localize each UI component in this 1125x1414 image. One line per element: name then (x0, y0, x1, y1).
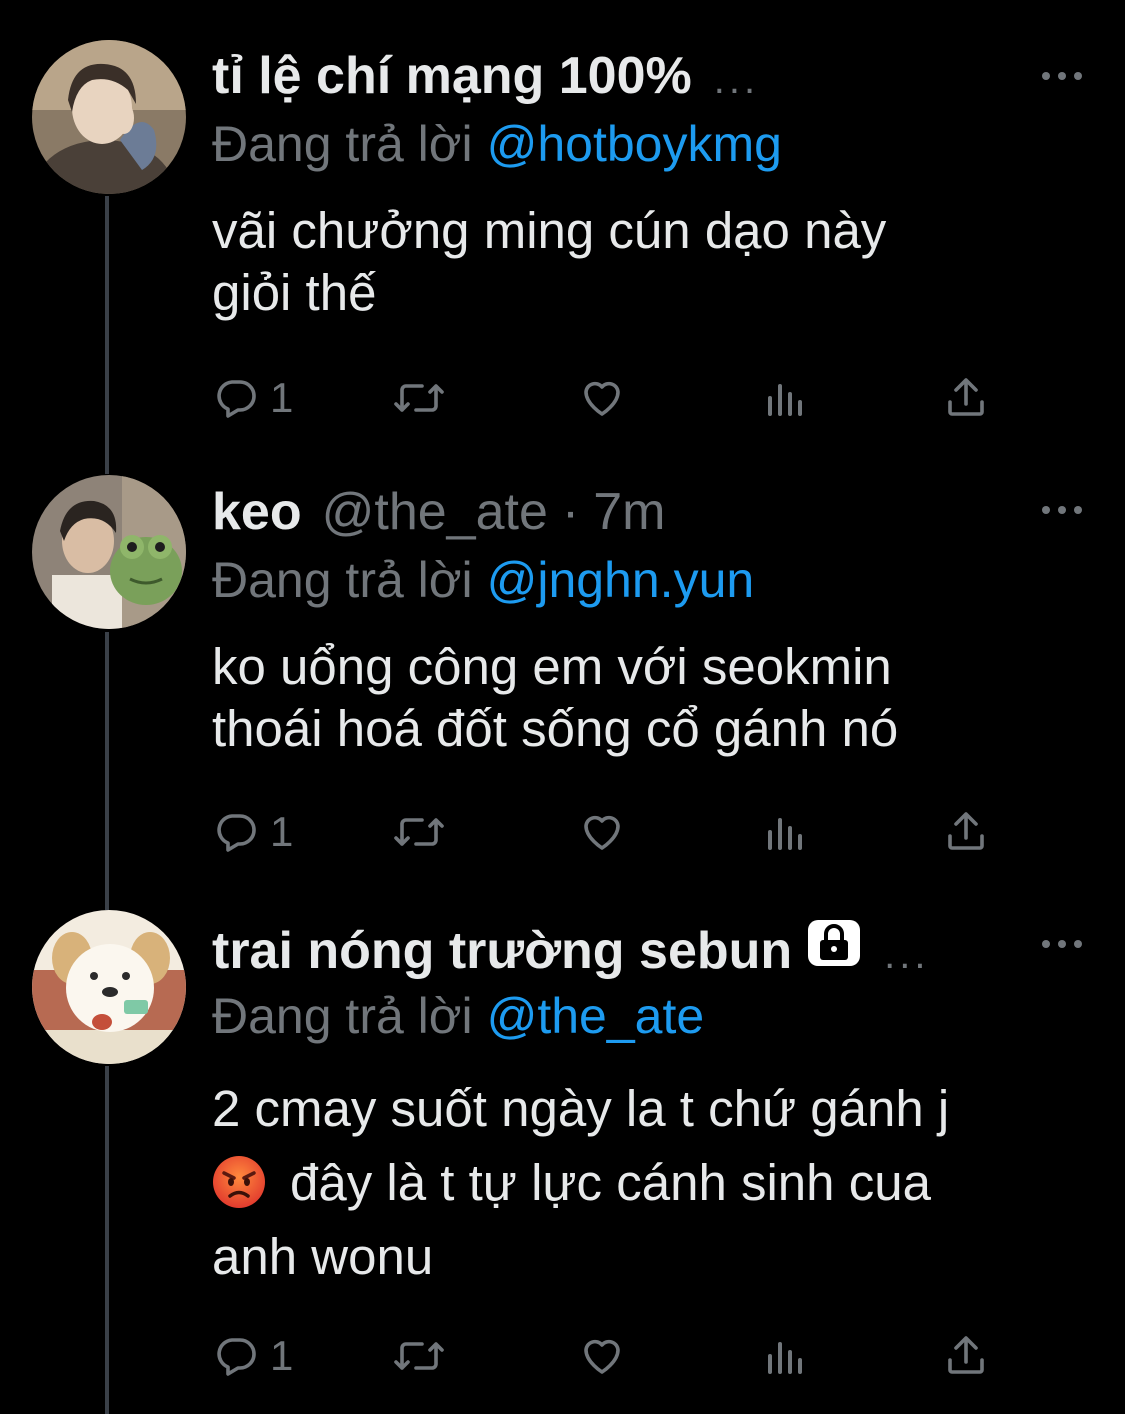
tweet-text: 2 cmay suốt ngày la t chứ gánh j đây là … (212, 1072, 1092, 1294)
avatar[interactable] (32, 910, 186, 1064)
tweet-header: trai nóng trường sebun ... (212, 918, 930, 981)
tweet-text-line: đây là t tự lực cánh sinh cua (212, 1146, 1092, 1220)
views-icon (768, 1342, 802, 1374)
retweet-button[interactable] (392, 1326, 446, 1386)
tweet-text-line: anh wonu (212, 1228, 434, 1285)
reply-context: Đang trả lời @the_ate (212, 986, 704, 1046)
share-button[interactable] (942, 1326, 990, 1386)
heart-icon (584, 1339, 620, 1374)
reply-mention-link[interactable]: @the_ate (487, 988, 705, 1044)
reply-count: 1 (270, 1332, 294, 1379)
tweet-text-line: 2 cmay suốt ngày la t chứ gánh j (212, 1080, 950, 1137)
more-icon[interactable] (1040, 934, 1084, 954)
angry-face-emoji (213, 1155, 265, 1208)
reply-prefix: Đang trả lời (212, 988, 473, 1044)
display-name[interactable]: trai nóng trường sebun (212, 921, 792, 981)
reply-icon (217, 1338, 256, 1376)
tweet-text-fragment: đây là t tự lực cánh sinh cua (290, 1154, 931, 1211)
views-button[interactable] (764, 1326, 808, 1386)
reply-button[interactable]: 1 (212, 1326, 293, 1386)
lock-icon (808, 920, 861, 966)
action-bar: 1 (212, 1326, 1012, 1386)
share-icon (948, 1336, 984, 1374)
retweet-icon (394, 1342, 444, 1370)
tweet[interactable]: trai nóng trường sebun ... Đang trả lời … (0, 0, 1125, 1414)
like-button[interactable] (578, 1326, 626, 1386)
truncation-ellipsis: ... (884, 933, 930, 977)
